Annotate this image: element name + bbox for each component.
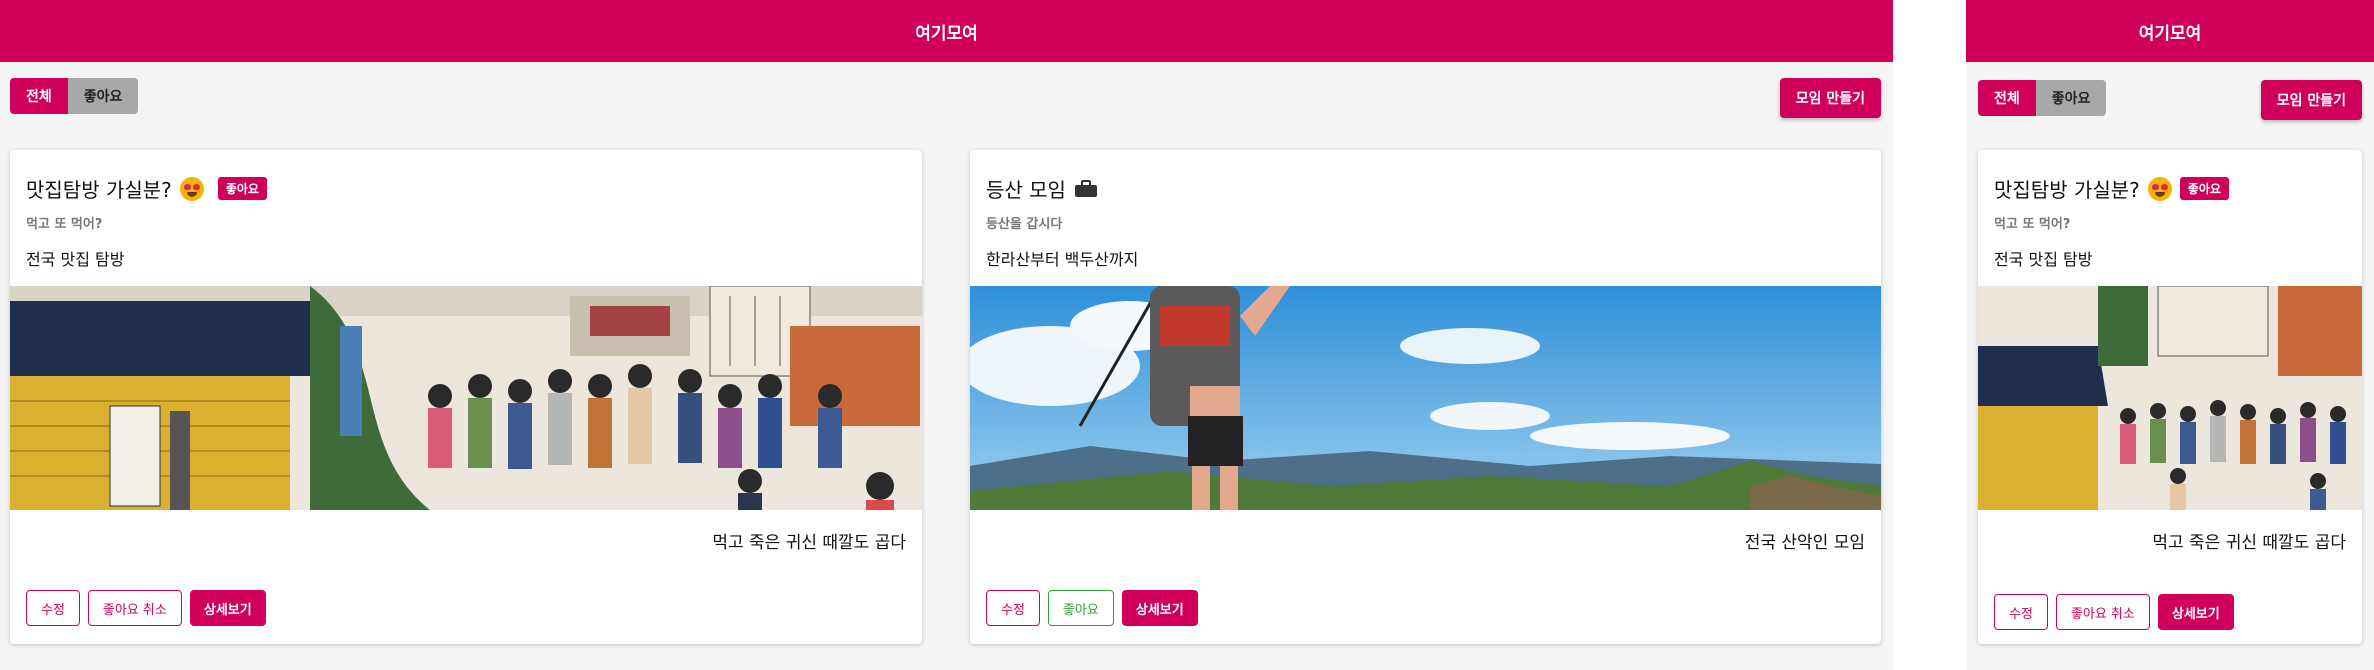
card-actions: 수정 좋아요 취소 상세보기 — [26, 590, 266, 626]
card-subtitle: 먹고 또 먹어? — [26, 217, 103, 232]
edit-button[interactable]: 수정 — [1994, 594, 2048, 630]
create-meeting-button[interactable]: 모임 만들기 — [1779, 78, 1881, 118]
mobile-view: 여기모여 전체 좋아요 모임 만들기 맛집탐방 가실분? 좋아요 먹고 또 먹어… — [1966, 0, 2374, 670]
hiker-mountain-photo — [970, 286, 1881, 510]
detail-button[interactable]: 상세보기 — [189, 590, 266, 626]
meeting-card: 맛집탐방 가실분? 좋아요 먹고 또 먹어? 전국 맛집 탐방 먹고 죽은 귀신… — [1978, 150, 2362, 644]
card-title: 등산 모임 — [986, 178, 1066, 202]
app-title: 여기모여 — [915, 23, 978, 44]
card-caption: 먹고 죽은 귀신 때깔도 곱다 — [712, 533, 906, 553]
edit-button[interactable]: 수정 — [986, 590, 1040, 626]
card-description: 한라산부터 백두산까지 — [986, 250, 1139, 269]
like-button[interactable]: 좋아요 — [1047, 590, 1114, 626]
unlike-button[interactable]: 좋아요 취소 — [87, 590, 182, 626]
card-description: 전국 맛집 탐방 — [26, 250, 125, 269]
unlike-button[interactable]: 좋아요 취소 — [2055, 594, 2150, 630]
card-subtitle: 등산을 갑시다 — [986, 217, 1063, 232]
meeting-card: 등산 모임 등산을 갑시다 한라산부터 백두산까지 전국 산악인 모임 수정 좋… — [970, 150, 1881, 644]
filter-all-button[interactable]: 전체 — [10, 78, 68, 114]
detail-button[interactable]: 상세보기 — [1121, 590, 1198, 626]
meeting-card: 맛집탐방 가실분? 좋아요 먹고 또 먹어? 전국 맛집 탐방 먹고 죽은 귀신… — [10, 150, 922, 644]
card-title: 맛집탐방 가실분? — [26, 178, 172, 202]
street-food-illustration — [1978, 286, 2362, 510]
card-actions: 수정 좋아요 상세보기 — [986, 590, 1198, 626]
filter-liked-button[interactable]: 좋아요 — [2035, 80, 2107, 116]
app-header: 여기모여 — [0, 0, 1893, 62]
desktop-view: 여기모여 전체 좋아요 모임 만들기 맛집탐방 가실분? 좋아요 먹고 또 먹어… — [0, 0, 1893, 670]
app-title: 여기모여 — [2138, 23, 2202, 44]
card-caption: 먹고 죽은 귀신 때깔도 곱다 — [2152, 533, 2346, 553]
create-meeting-button[interactable]: 모임 만들기 — [2260, 80, 2362, 120]
card-caption: 전국 산악인 모임 — [1744, 533, 1865, 553]
edit-button[interactable]: 수정 — [26, 590, 80, 626]
filter-group: 전체 좋아요 — [10, 78, 139, 114]
star-struck-emoji-icon — [2147, 176, 2172, 201]
briefcase-icon — [1074, 179, 1097, 197]
filter-all-button[interactable]: 전체 — [1978, 80, 2036, 116]
card-subtitle: 먹고 또 먹어? — [1994, 217, 2071, 232]
card-description: 전국 맛집 탐방 — [1994, 250, 2093, 269]
liked-badge: 좋아요 — [2179, 177, 2229, 200]
filter-liked-button[interactable]: 좋아요 — [67, 78, 139, 114]
filter-group: 전체 좋아요 — [1978, 80, 2107, 116]
liked-badge: 좋아요 — [217, 177, 267, 200]
street-food-illustration — [10, 286, 922, 510]
star-struck-emoji-icon — [179, 176, 204, 201]
card-actions: 수정 좋아요 취소 상세보기 — [1994, 594, 2234, 630]
detail-button[interactable]: 상세보기 — [2157, 594, 2234, 630]
toolbar: 전체 좋아요 모임 만들기 — [1966, 62, 2374, 142]
toolbar: 전체 좋아요 모임 만들기 — [0, 62, 1893, 122]
app-header: 여기모여 — [1966, 0, 2374, 62]
card-title: 맛집탐방 가실분? — [1994, 178, 2140, 202]
